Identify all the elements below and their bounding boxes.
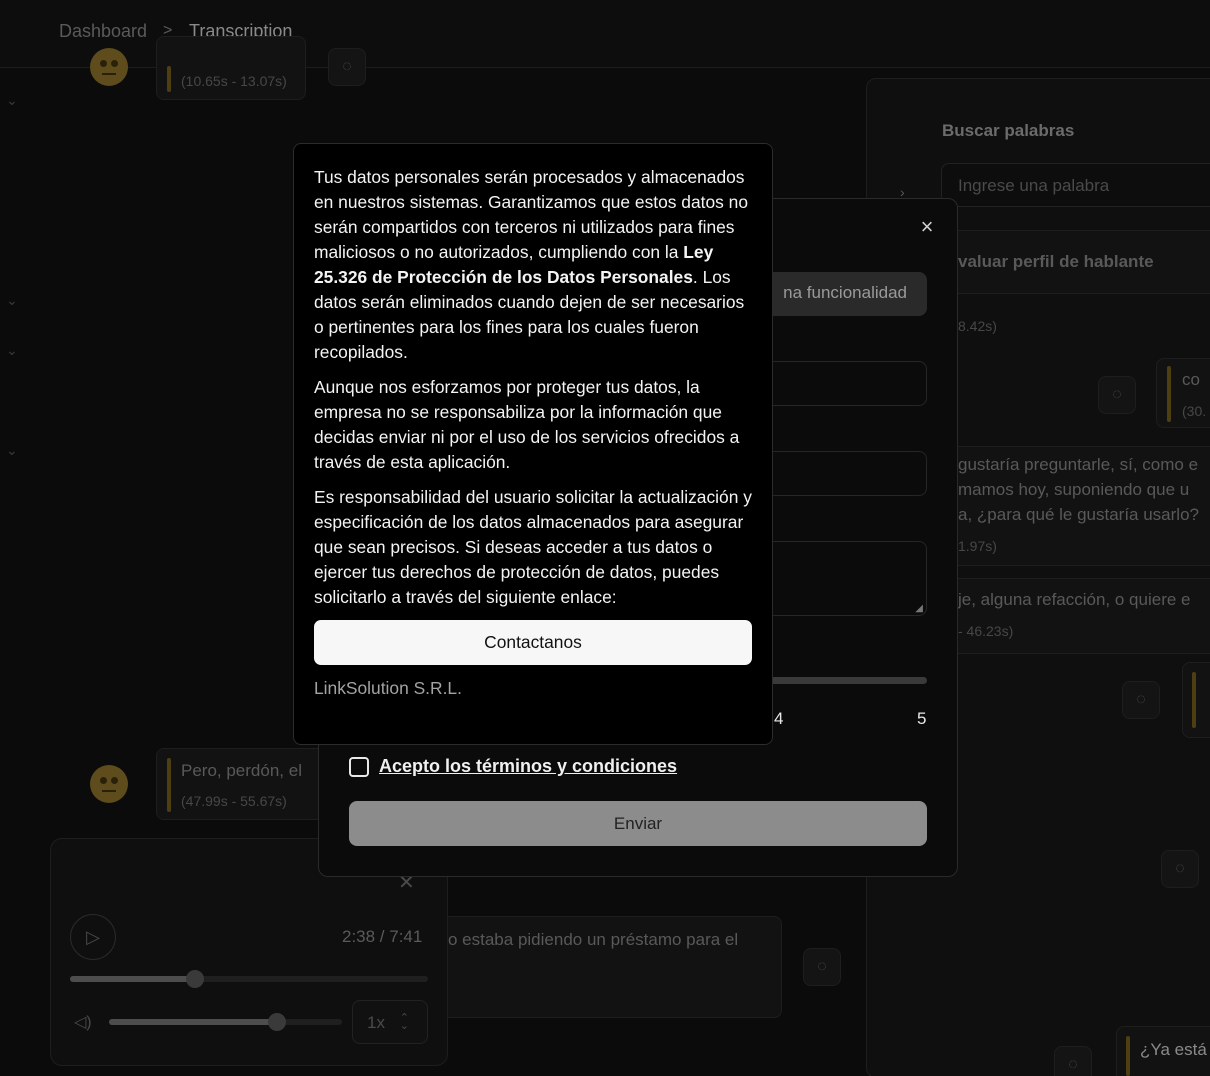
slider-label-5: 5 [917, 709, 927, 728]
terms-link[interactable]: Acepto los términos y condiciones [379, 756, 677, 777]
function-button-label: na funcionalidad [783, 283, 907, 302]
submit-button[interactable]: Enviar [349, 801, 927, 846]
contact-button[interactable]: Contactanos [314, 620, 752, 665]
company-name: LinkSolution S.R.L. [314, 678, 462, 698]
terms-checkbox[interactable] [349, 757, 369, 777]
privacy-paragraph-1: Tus datos personales serán procesados y … [314, 165, 752, 365]
privacy-popup: Tus datos personales serán procesados y … [293, 143, 773, 745]
privacy-paragraph-3: Es responsabilidad del usuario solicitar… [314, 487, 752, 607]
slider-label-4: 4 [774, 709, 784, 728]
resize-handle-icon[interactable]: ◢ [915, 603, 923, 614]
close-icon[interactable]: × [916, 215, 938, 239]
privacy-paragraph-2: Aunque nos esforzamos por proteger tus d… [314, 377, 740, 472]
